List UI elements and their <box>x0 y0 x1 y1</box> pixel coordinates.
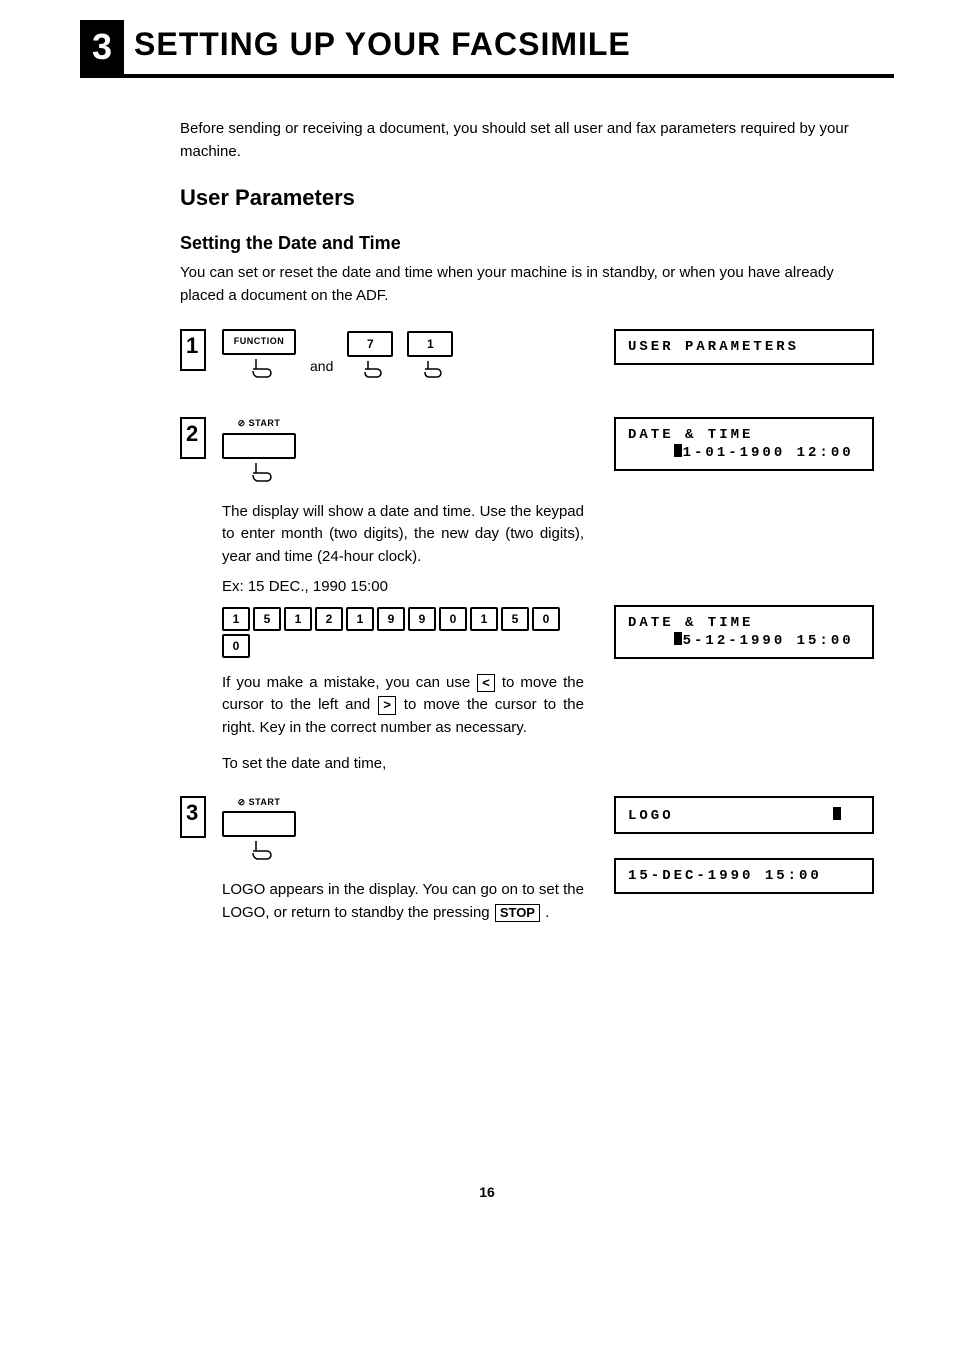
key-digit: 9 <box>377 607 405 631</box>
step-3-description: LOGO appears in the display. You can go … <box>222 879 584 924</box>
chapter-number-badge: 3 <box>80 20 124 74</box>
stop-key: STOP <box>495 904 540 923</box>
cursor-icon <box>674 632 682 645</box>
date-time-intro: You can set or reset the date and time w… <box>180 262 874 307</box>
intro-paragraph: Before sending or receiving a document, … <box>180 118 874 163</box>
key-digit: 0 <box>439 607 467 631</box>
section-heading-user-parameters: User Parameters <box>180 185 874 211</box>
key-digit: 2 <box>315 607 343 631</box>
key-digit: 1 <box>346 607 374 631</box>
key-digit: 5 <box>253 607 281 631</box>
key-digit: 1 <box>470 607 498 631</box>
lcd-date-time-initial: DATE & TIME 1-01-1900 12:00 <box>614 417 874 471</box>
step-2: 2 ⊘ START <box>180 417 584 487</box>
key-1-icon: 1 <box>407 331 453 383</box>
step-3: 3 ⊘ START <box>180 796 584 866</box>
lcd-logo: LOGO <box>614 796 874 834</box>
keypad-sequence: 1 5 1 2 1 9 9 0 1 5 0 0 <box>222 607 584 658</box>
step-2-description: The display will show a date and time. U… <box>222 501 584 569</box>
key-digit: 0 <box>532 607 560 631</box>
key-digit: 5 <box>501 607 529 631</box>
key-digit: 1 <box>284 607 312 631</box>
step-1: 1 FUNCTION and 7 1 <box>180 329 584 383</box>
start-key-icon: ⊘ START <box>222 417 296 487</box>
key-digit: 9 <box>408 607 436 631</box>
and-label: and <box>310 356 333 383</box>
key-7-icon: 7 <box>347 331 393 383</box>
subsection-heading-date-time: Setting the Date and Time <box>180 233 874 254</box>
key-digit: 0 <box>222 634 250 658</box>
chapter-title: SETTING UP YOUR FACSIMILE <box>124 20 641 74</box>
step-number: 1 <box>180 329 206 371</box>
step-2-example-label: Ex: 15 DEC., 1990 15:00 <box>222 576 584 599</box>
page-number: 16 <box>80 1184 894 1200</box>
key-digit: 1 <box>222 607 250 631</box>
cursor-left-key: < <box>477 674 495 693</box>
lcd-user-parameters: USER PARAMETERS <box>614 329 874 365</box>
step-2-toset: To set the date and time, <box>222 753 584 776</box>
lcd-final-date: 15-DEC-1990 15:00 <box>614 858 874 894</box>
cursor-icon <box>833 807 841 820</box>
step-2-mistake-text: If you make a mistake, you can use < to … <box>222 672 584 740</box>
step-number: 3 <box>180 796 206 838</box>
cursor-icon <box>674 444 682 457</box>
chapter-header: 3 SETTING UP YOUR FACSIMILE <box>80 20 894 78</box>
step-number: 2 <box>180 417 206 459</box>
function-key-icon: FUNCTION <box>222 329 296 383</box>
start-key-icon: ⊘ START <box>222 796 296 866</box>
cursor-right-key: > <box>378 696 396 715</box>
lcd-date-time-entered: DATE & TIME 5-12-1990 15:00 <box>614 605 874 659</box>
